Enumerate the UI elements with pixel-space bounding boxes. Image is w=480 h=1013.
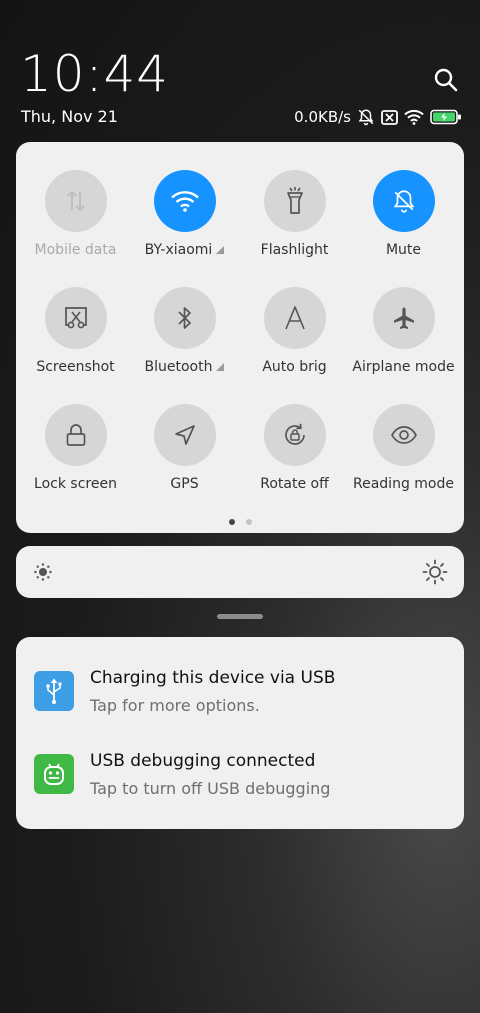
auto-brightness-icon	[263, 287, 326, 349]
notification-usb-charging[interactable]: Charging this device via USB Tap for mor…	[16, 667, 464, 737]
tile-airplane-mode[interactable]: Airplane mode	[349, 287, 458, 377]
tile-flashlight[interactable]: Flashlight	[240, 170, 349, 260]
notification-usb-debugging[interactable]: USB debugging connected Tap to turn off …	[16, 750, 464, 820]
tile-reading-mode[interactable]: Reading mode	[349, 404, 458, 494]
wifi-icon	[153, 170, 216, 232]
flashlight-icon	[263, 170, 326, 232]
notification-subtitle: Tap for more options.	[90, 696, 260, 715]
network-speed: 0.0KB/s	[294, 108, 351, 126]
notification-title: Charging this device via USB	[90, 668, 336, 688]
mobile-data-icon	[44, 170, 107, 232]
android-debug-icon	[34, 754, 74, 794]
bluetooth-icon	[153, 287, 216, 349]
tile-auto-brightness[interactable]: Auto brig	[240, 287, 349, 377]
brightness-low-icon	[33, 562, 53, 586]
status-icons: 0.0KB/s	[294, 106, 462, 128]
wifi-icon	[404, 109, 424, 125]
page-dot	[245, 519, 252, 525]
brightness-slider[interactable]	[16, 546, 464, 598]
airplane-icon	[372, 287, 435, 349]
tile-gps[interactable]: GPS	[130, 404, 239, 494]
tile-label: Reading mode	[353, 476, 454, 492]
tile-label: Screenshot	[36, 359, 115, 375]
tile-label: Bluetooth	[130, 357, 239, 377]
tile-label: Auto brig	[262, 359, 327, 375]
tile-label: Airplane mode	[352, 359, 455, 375]
bell-off-icon	[357, 108, 375, 126]
tile-label: GPS	[170, 476, 199, 492]
tile-mobile-data[interactable]: Mobile data	[21, 170, 130, 260]
tile-label: Lock screen	[34, 476, 117, 492]
tile-label: Flashlight	[260, 242, 329, 258]
rotate-lock-icon	[263, 404, 326, 466]
eye-icon	[372, 404, 435, 466]
page-dot-active	[228, 519, 235, 525]
tile-lock-screen[interactable]: Lock screen	[21, 404, 130, 494]
tile-mute[interactable]: Mute	[349, 170, 458, 260]
clock[interactable]: 10:44	[20, 44, 169, 104]
drag-handle[interactable]	[217, 614, 263, 619]
page-indicator	[16, 519, 464, 525]
quick-settings-panel: Mobile data BY-xiaomi Flashlight Mute Sc…	[16, 142, 464, 533]
tile-bluetooth[interactable]: Bluetooth	[130, 287, 239, 377]
tile-label: BY-xiaomi	[130, 240, 239, 260]
tile-label: Mute	[385, 242, 422, 258]
usb-icon	[34, 671, 74, 711]
tile-label: Mobile data	[34, 242, 117, 258]
bell-off-icon	[372, 170, 435, 232]
screenshot-icon	[44, 287, 107, 349]
notification-subtitle: Tap to turn off USB debugging	[90, 779, 331, 798]
search-icon[interactable]	[432, 66, 460, 94]
expand-indicator	[216, 246, 225, 254]
notification-card: Charging this device via USB Tap for mor…	[16, 637, 464, 829]
tile-label: Rotate off	[260, 476, 329, 492]
tile-screenshot[interactable]: Screenshot	[21, 287, 130, 377]
lock-icon	[44, 404, 107, 466]
notification-title: USB debugging connected	[90, 751, 316, 771]
brightness-high-icon	[422, 559, 448, 589]
date[interactable]: Thu, Nov 21	[21, 107, 118, 127]
tile-wifi[interactable]: BY-xiaomi	[130, 170, 239, 260]
no-sim-icon	[381, 109, 398, 125]
expand-indicator	[216, 363, 225, 371]
tile-rotate-off[interactable]: Rotate off	[240, 404, 349, 494]
location-arrow-icon	[153, 404, 216, 466]
battery-charging-icon	[430, 109, 462, 125]
